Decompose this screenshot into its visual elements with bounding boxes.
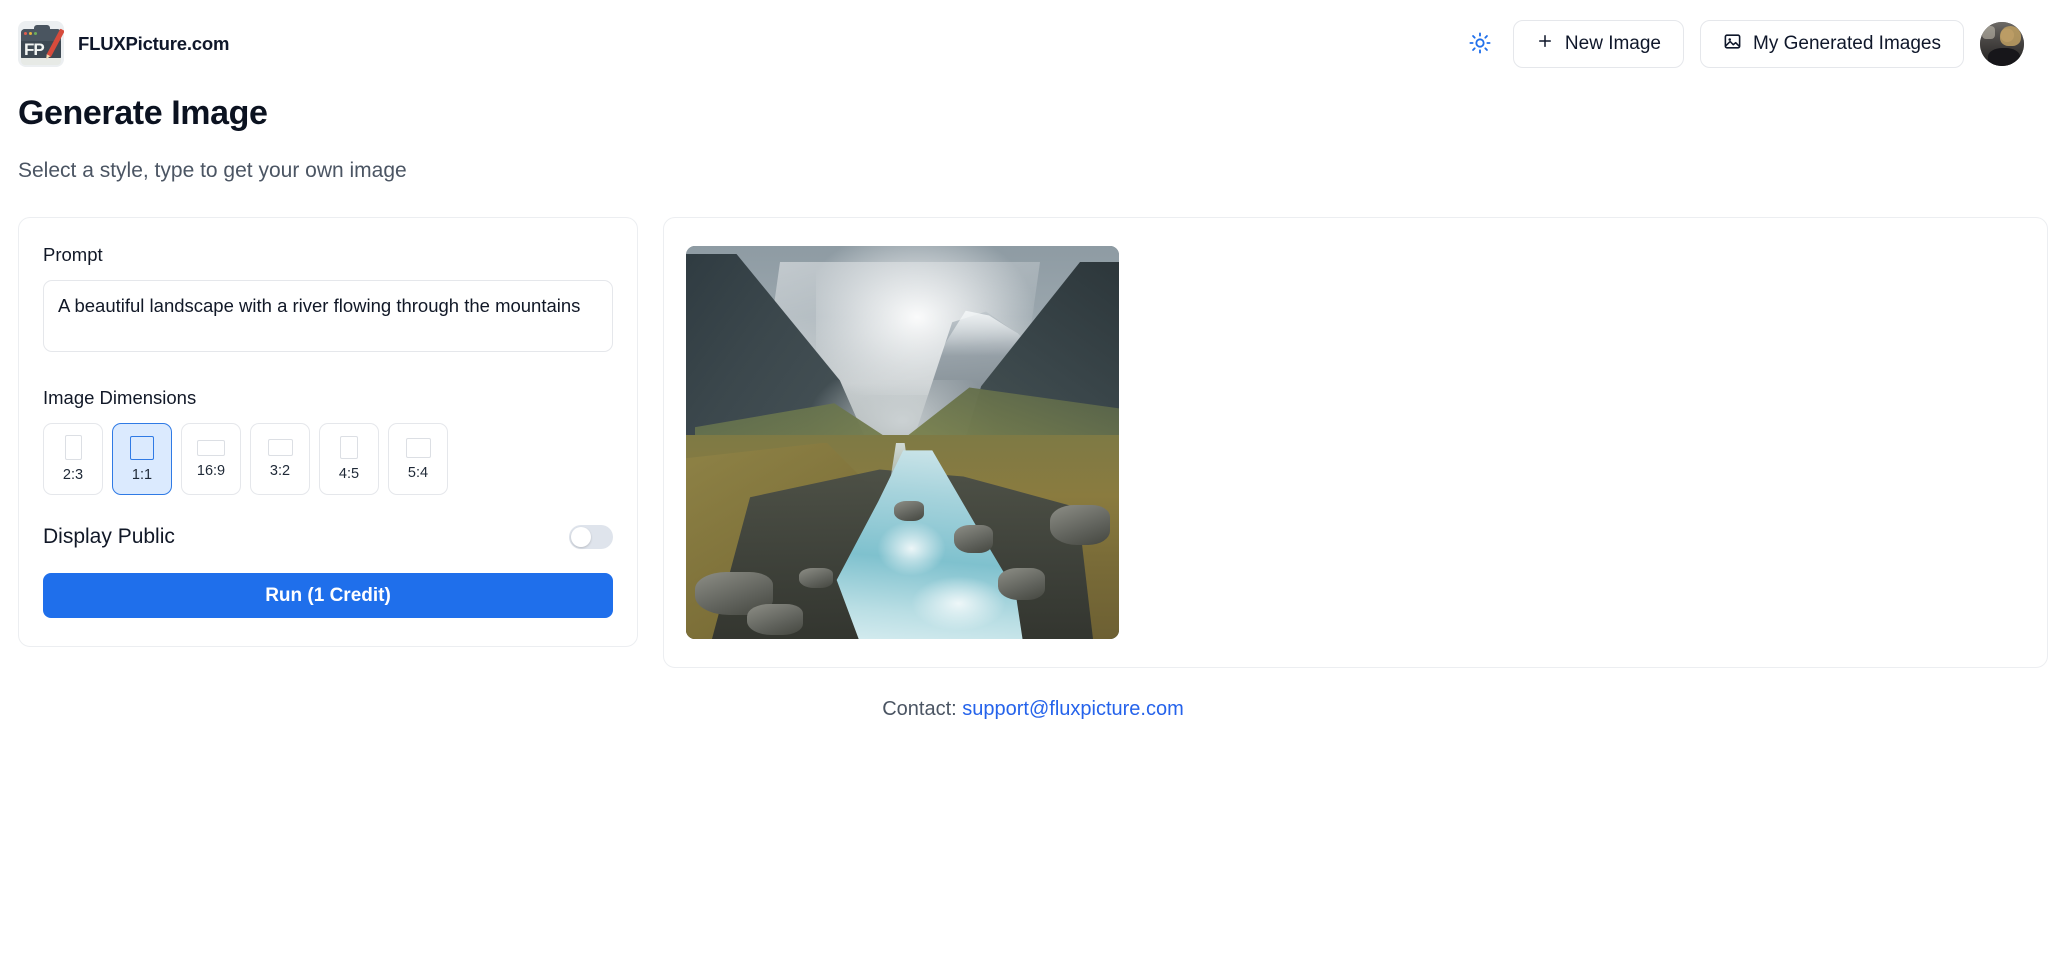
display-public-toggle[interactable] xyxy=(569,525,613,549)
plus-icon xyxy=(1536,32,1554,56)
dimension-option-4-5[interactable]: 4:5 xyxy=(319,423,379,495)
image-icon xyxy=(1723,32,1742,57)
dimension-label: 3:2 xyxy=(270,463,290,479)
ratio-preview-icon xyxy=(268,439,293,456)
image-dimensions-label: Image Dimensions xyxy=(43,387,613,409)
dimension-option-16-9[interactable]: 16:9 xyxy=(181,423,241,495)
ratio-preview-icon xyxy=(130,436,154,460)
brand-name: FLUXPicture.com xyxy=(78,33,229,55)
sun-icon xyxy=(1469,32,1491,57)
dimension-label: 4:5 xyxy=(339,466,359,482)
page-header: Generate Image Select a style, type to g… xyxy=(0,88,2048,183)
ratio-preview-icon xyxy=(65,435,82,460)
main-content: Prompt Image Dimensions 2:3 1:1 16:9 3:2 xyxy=(0,217,2048,668)
ratio-preview-icon xyxy=(340,436,358,459)
dimension-option-1-1[interactable]: 1:1 xyxy=(112,423,172,495)
my-generated-images-label: My Generated Images xyxy=(1753,33,1941,55)
image-dimensions-group: 2:3 1:1 16:9 3:2 4:5 5:4 xyxy=(43,423,613,495)
logo-text: FP xyxy=(24,41,44,58)
ratio-preview-icon xyxy=(406,438,431,458)
prompt-input[interactable] xyxy=(43,280,613,352)
image-preview-card xyxy=(663,217,2048,668)
run-button[interactable]: Run (1 Credit) xyxy=(43,573,613,618)
display-public-label: Display Public xyxy=(43,525,175,549)
prompt-label: Prompt xyxy=(43,244,613,266)
header-actions: New Image My Generated Images xyxy=(1463,20,2024,68)
dimension-option-2-3[interactable]: 2:3 xyxy=(43,423,103,495)
generate-form-card: Prompt Image Dimensions 2:3 1:1 16:9 3:2 xyxy=(18,217,638,647)
new-image-label: New Image xyxy=(1565,33,1661,55)
theme-toggle-button[interactable] xyxy=(1463,27,1497,61)
toggle-knob xyxy=(571,527,591,547)
page-subtitle: Select a style, type to get your own ima… xyxy=(18,159,2048,183)
page-title: Generate Image xyxy=(18,94,2048,133)
dimension-label: 1:1 xyxy=(132,467,152,483)
dimension-label: 5:4 xyxy=(408,465,428,481)
dimension-label: 16:9 xyxy=(197,463,225,479)
brand[interactable]: FP FLUXPicture.com xyxy=(18,21,229,67)
contact-email-link[interactable]: support@fluxpicture.com xyxy=(962,698,1184,720)
app-header: FP FLUXPicture.com xyxy=(0,0,2048,88)
generated-image[interactable] xyxy=(686,246,1119,639)
display-public-row: Display Public xyxy=(43,525,613,549)
contact-prefix: Contact: xyxy=(882,698,956,720)
new-image-button[interactable]: New Image xyxy=(1513,20,1684,68)
avatar[interactable] xyxy=(1980,22,2024,66)
dimension-option-3-2[interactable]: 3:2 xyxy=(250,423,310,495)
my-generated-images-button[interactable]: My Generated Images xyxy=(1700,20,1964,68)
footer: Contact: support@fluxpicture.com xyxy=(0,698,2048,721)
app-logo-icon: FP xyxy=(18,21,64,67)
ratio-preview-icon xyxy=(197,440,225,456)
dimension-option-5-4[interactable]: 5:4 xyxy=(388,423,448,495)
dimension-label: 2:3 xyxy=(63,467,83,483)
